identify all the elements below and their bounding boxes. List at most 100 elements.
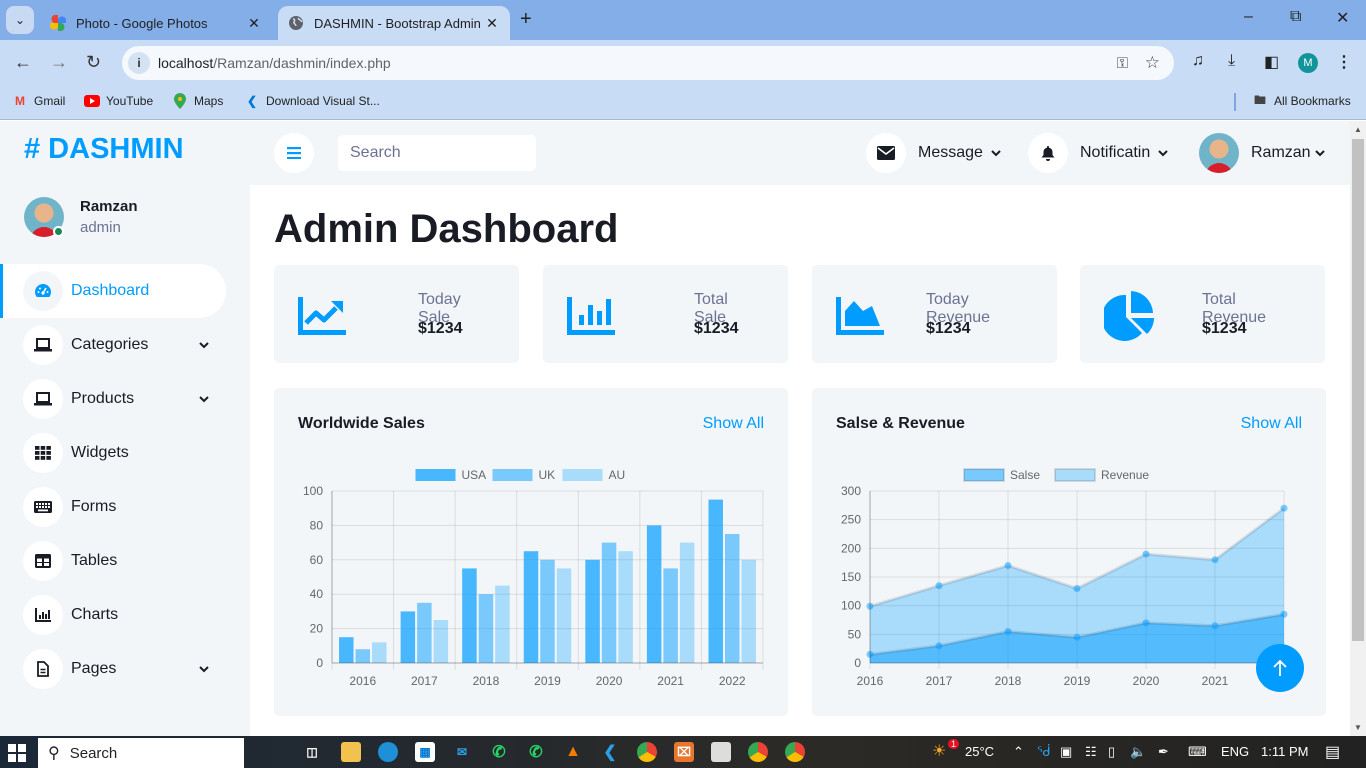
keyboard-icon[interactable]: ⌨ <box>1188 744 1207 760</box>
brand-logo[interactable]: # DASHMIN <box>24 133 184 166</box>
whatsapp-icon[interactable]: ✆ <box>526 742 546 762</box>
file-explorer-icon[interactable] <box>341 742 361 762</box>
url-text[interactable]: localhost/Ramzan/dashmin/index.php <box>158 55 391 71</box>
sidebar-item-tables[interactable]: Tables <box>0 534 226 588</box>
taskbar-search[interactable]: ⚲ Search <box>38 738 244 768</box>
tab-search-button[interactable]: ⌄ <box>6 6 34 34</box>
sidebar-item-label: Categories <box>71 336 149 353</box>
sidebar-item-charts[interactable]: Charts <box>0 588 226 642</box>
task-view-icon[interactable]: ◫ <box>302 742 322 762</box>
user-dropdown[interactable]: Ramzan <box>1199 133 1325 173</box>
whatsapp-icon[interactable]: ✆ <box>489 742 509 762</box>
address-bar[interactable]: i localhost/Ramzan/dashmin/index.php ⚿ ☆ <box>122 46 1174 80</box>
battery-icon[interactable]: ▯ <box>1108 744 1115 760</box>
chrome-icon[interactable] <box>748 742 768 762</box>
stat-value: $1234 <box>694 320 739 337</box>
laptop-icon <box>34 338 52 352</box>
camera-icon[interactable]: ▣ <box>1060 744 1072 760</box>
back-to-top-button[interactable] <box>1256 644 1304 692</box>
search-input[interactable] <box>338 135 536 171</box>
new-tab-button[interactable]: + <box>520 8 532 31</box>
sidebar-item-label: Widgets <box>71 444 129 461</box>
mail-icon[interactable]: ✉ <box>452 742 472 762</box>
site-info-icon[interactable]: i <box>128 52 150 74</box>
pen-icon[interactable]: ✒ <box>1158 744 1169 760</box>
online-status-dot <box>53 226 64 237</box>
key-icon[interactable]: ⚿ <box>1117 55 1128 72</box>
close-window-button[interactable]: ✕ <box>1336 8 1349 28</box>
sidebar-item-dashboard[interactable]: Dashboard <box>0 264 226 318</box>
scroll-up-arrow[interactable]: ▲ <box>1354 125 1362 134</box>
chrome-icon[interactable] <box>785 742 805 762</box>
back-button[interactable]: ← <box>14 52 32 73</box>
close-tab-icon[interactable]: ✕ <box>246 15 262 32</box>
close-tab-icon[interactable]: ✕ <box>484 15 500 32</box>
star-icon[interactable]: ☆ <box>1145 53 1160 73</box>
message-dropdown[interactable]: Message <box>866 133 1001 173</box>
minimize-button[interactable]: – <box>1244 8 1253 26</box>
page-scrollbar[interactable]: ▲ ▼ <box>1350 121 1366 736</box>
media-queue-icon[interactable]: ♫ <box>1192 52 1204 70</box>
scroll-down-arrow[interactable]: ▼ <box>1354 723 1362 732</box>
vlc-icon[interactable]: ▲ <box>563 742 583 762</box>
scrollbar-thumb[interactable] <box>1352 139 1364 641</box>
sidebar-item-label: Products <box>71 390 135 407</box>
x-tick-label: 2021 <box>1202 674 1229 688</box>
bookmarks-divider <box>1234 93 1236 111</box>
all-bookmarks-button[interactable]: 🖿 All Bookmarks <box>1252 93 1351 109</box>
store-icon[interactable]: ▦ <box>415 742 435 762</box>
tray-chevron-up-icon[interactable]: ⌃ <box>1013 744 1024 760</box>
forward-button[interactable]: → <box>50 52 68 73</box>
weather-icon[interactable]: ☀ <box>932 741 946 761</box>
side-panel-icon[interactable]: ◧ <box>1264 52 1279 72</box>
stat-card-today-sale: Today Sale $1234 <box>274 265 519 363</box>
bookmark-youtube[interactable]: YouTube <box>84 93 153 109</box>
bookmark-vscode[interactable]: ❮ Download Visual St... <box>244 93 380 109</box>
notification-dropdown[interactable]: Notificatin <box>1028 133 1168 173</box>
language-indicator[interactable]: ENG <box>1221 744 1249 759</box>
sidebar-item-categories[interactable]: Categories <box>0 318 226 372</box>
browser-tab-google-photos[interactable]: Photo - Google Photos ✕ <box>40 6 272 40</box>
chart-line-icon <box>298 297 346 335</box>
volume-icon[interactable]: 🔈 <box>1130 744 1146 760</box>
sidebar-item-pages[interactable]: Pages <box>0 642 226 696</box>
more-menu-icon[interactable]: ⋮ <box>1336 52 1352 72</box>
stat-value: $1234 <box>926 320 971 337</box>
chrome-icon[interactable] <box>637 742 657 762</box>
browser-tab-dashmin[interactable]: DASHMIN - Bootstrap Admin Te ✕ <box>278 6 510 40</box>
bookmark-maps[interactable]: Maps <box>172 93 223 109</box>
message-label: Message <box>918 144 983 161</box>
reload-button[interactable]: ↻ <box>86 52 101 73</box>
windows-start-icon[interactable] <box>8 744 26 762</box>
restore-button[interactable]: ⧉ <box>1290 8 1301 26</box>
sidebar-item-label: Dashboard <box>71 282 150 299</box>
xampp-icon[interactable]: ⌧ <box>674 742 694 762</box>
profile-avatar[interactable]: M <box>1298 53 1318 73</box>
download-icon[interactable]: ⤓ <box>1228 52 1235 70</box>
bluetooth-icon[interactable]: ᖂ <box>1037 744 1051 760</box>
weather-temp[interactable]: 25°C <box>965 744 994 759</box>
bar-au-2016 <box>372 642 387 663</box>
sidebar-item-forms[interactable]: Forms <box>0 480 226 534</box>
vscode-icon[interactable]: ❮ <box>600 742 620 762</box>
clock[interactable]: 1:11 PM <box>1261 744 1308 759</box>
legend-label-uk: UK <box>539 468 556 482</box>
x-tick-label: 2016 <box>857 674 884 688</box>
stat-card-today-revenue: Today Revenue $1234 <box>812 265 1057 363</box>
worldwide-sales-chart: USA UK AU 0 20 40 60 80 100 2016 2017 2018 2019 2020 2… <box>303 468 764 688</box>
chevron-down-icon <box>194 665 214 673</box>
sidebar-item-widgets[interactable]: Widgets <box>0 426 226 480</box>
edge-icon[interactable] <box>378 742 398 762</box>
legend-label-usa: USA <box>462 468 487 482</box>
bookmark-gmail[interactable]: M Gmail <box>12 93 65 109</box>
app-icon[interactable] <box>711 742 731 762</box>
sidebar-item-products[interactable]: Products <box>0 372 226 426</box>
chart-pie-icon <box>1104 291 1154 341</box>
sidebar-toggle-button[interactable] <box>274 133 314 173</box>
notifications-icon[interactable]: ▤ <box>1325 742 1340 762</box>
wifi-icon[interactable]: ☷ <box>1085 744 1097 760</box>
bar-uk-2017 <box>417 602 432 663</box>
x-tick-label: 2019 <box>534 674 561 688</box>
point-revenue-2019 <box>1073 584 1081 592</box>
point-revenue-2018 <box>1004 562 1012 570</box>
